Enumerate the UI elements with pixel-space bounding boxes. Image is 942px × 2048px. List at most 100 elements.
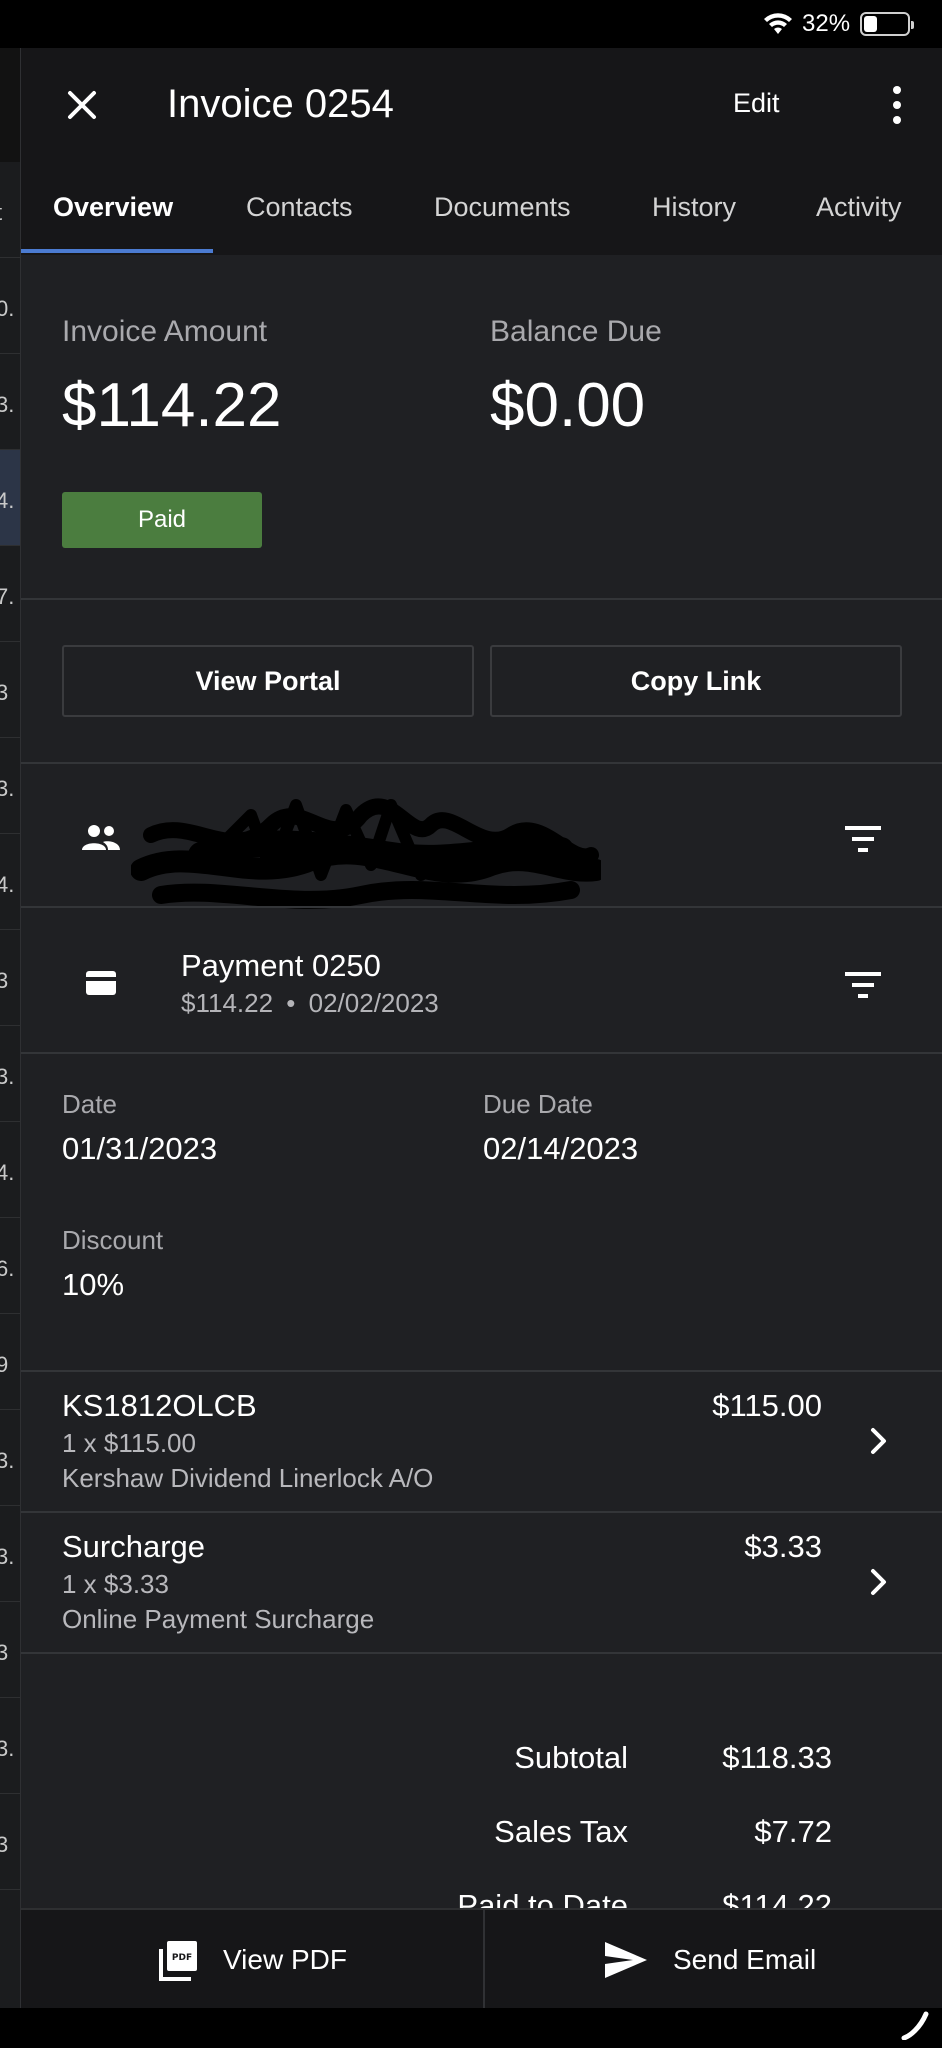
invoice-panel: Invoice 0254 Edit Overview Contacts Docu… xyxy=(20,48,942,2010)
tab-documents[interactable]: Documents xyxy=(434,188,571,255)
invoice-amount-value: $114.22 xyxy=(62,371,282,440)
discount-value: 10% xyxy=(62,1267,125,1302)
line-item-price: $3.33 xyxy=(744,1529,822,1564)
more-vert-icon xyxy=(893,86,901,94)
background-row[interactable]: 3. xyxy=(0,354,20,450)
background-row[interactable]: 4. xyxy=(0,1122,20,1218)
balance-due-label: Balance Due xyxy=(490,315,662,348)
line-item-description: Kershaw Dividend Linerlock A/O xyxy=(62,1463,434,1493)
background-row[interactable]: 3 xyxy=(0,930,20,1026)
background-row[interactable]: 3 xyxy=(0,1794,20,1890)
background-row-glyph: 0. xyxy=(0,296,15,321)
tab-activity[interactable]: Activity xyxy=(816,188,902,255)
close-button[interactable] xyxy=(57,80,107,130)
sales-tax-label: Sales Tax xyxy=(494,1814,628,1849)
background-row[interactable]: 3 xyxy=(0,642,20,738)
pdf-icon: PDF xyxy=(159,1941,197,1981)
line-item-name: Surcharge xyxy=(62,1529,206,1564)
due-date-label: Due Date xyxy=(483,1089,593,1119)
background-row-glyph: 4. xyxy=(0,488,15,513)
payment-separator: • xyxy=(286,988,296,1018)
filter-icon[interactable] xyxy=(843,824,883,854)
divider xyxy=(21,598,942,600)
system-bottom-area xyxy=(0,2008,942,2048)
background-row[interactable]: 7. xyxy=(0,546,20,642)
background-row[interactable]: 6. xyxy=(0,1218,20,1314)
payment-title: Payment 0250 xyxy=(181,948,381,983)
app-bar: Invoice 0254 Edit Overview Contacts Docu… xyxy=(21,48,942,255)
view-pdf-button[interactable]: PDF View PDF xyxy=(157,1910,347,2010)
tab-contacts[interactable]: Contacts xyxy=(246,188,353,255)
filter-icon[interactable] xyxy=(843,970,883,1000)
background-row-glyph: 3 xyxy=(0,1832,9,1857)
send-icon xyxy=(605,1942,647,1978)
background-row-glyph: 9 xyxy=(0,1352,9,1377)
tab-history[interactable]: History xyxy=(652,188,736,255)
page-title: Invoice 0254 xyxy=(167,82,394,126)
line-item-price: $115.00 xyxy=(712,1388,822,1423)
background-row-glyph: 3. xyxy=(0,392,15,417)
background-row-glyph: 7. xyxy=(0,584,15,609)
background-row-glyph: 3. xyxy=(0,1544,15,1569)
line-item-name: KS1812OLCB xyxy=(62,1388,257,1423)
more-options-button[interactable] xyxy=(887,86,907,124)
sales-tax-value: $7.72 xyxy=(754,1814,832,1849)
send-email-label: Send Email xyxy=(673,1944,817,1975)
balance-due-value: $0.00 xyxy=(490,371,646,440)
payment-subtitle: $114.22 • 02/02/2023 xyxy=(181,988,439,1019)
background-row[interactable]: 3. xyxy=(0,1410,20,1506)
background-row[interactable]: 3 xyxy=(0,1602,20,1698)
battery-percent: 32% xyxy=(802,10,851,37)
background-row[interactable]: 3. xyxy=(0,1026,20,1122)
background-row-glyph: 3. xyxy=(0,1064,15,1089)
view-portal-button[interactable]: View Portal xyxy=(62,645,474,717)
close-icon xyxy=(68,91,96,119)
invoice-amount-label: Invoice Amount xyxy=(62,315,268,348)
background-row[interactable]: 3. xyxy=(0,1506,20,1602)
background-row-glyph: 4. xyxy=(0,1160,15,1185)
people-icon xyxy=(82,825,120,850)
background-row[interactable]: 9 xyxy=(0,1314,20,1410)
divider xyxy=(21,1652,942,1654)
active-tab-indicator xyxy=(21,249,213,253)
send-email-button[interactable]: Send Email xyxy=(603,1910,816,2010)
line-item-qty: 1 x $3.33 xyxy=(62,1569,169,1599)
subtotal-label: Subtotal xyxy=(514,1740,628,1775)
line-item-description: Online Payment Surcharge xyxy=(62,1604,375,1634)
battery-icon xyxy=(860,12,914,36)
background-row-glyph: 3. xyxy=(0,1736,15,1761)
background-row-glyph: 3 xyxy=(0,680,9,705)
tab-bar: Overview Contacts Documents History Acti… xyxy=(21,188,942,255)
tab-overview[interactable]: Overview xyxy=(53,188,173,255)
background-row[interactable]: 3. xyxy=(0,738,20,834)
background-row-selected[interactable]: 4. xyxy=(0,450,20,546)
edit-button[interactable]: Edit xyxy=(733,88,780,119)
background-row-glyph: 3. xyxy=(0,1448,15,1473)
background-row-glyph: t xyxy=(0,200,2,226)
background-row-glyph: 3 xyxy=(0,968,9,993)
chevron-right-icon[interactable] xyxy=(869,1567,889,1597)
divider xyxy=(483,1910,485,2010)
background-row[interactable]: 0. xyxy=(0,258,20,354)
line-item-qty: 1 x $115.00 xyxy=(62,1428,196,1458)
svg-text:PDF: PDF xyxy=(172,1953,192,1963)
background-row-glyph: 3 xyxy=(0,1640,9,1665)
view-pdf-label: View PDF xyxy=(223,1944,347,1975)
copy-link-button[interactable]: Copy Link xyxy=(490,645,902,717)
background-row[interactable]: 4. xyxy=(0,834,20,930)
background-row-glyph: 6. xyxy=(0,1256,15,1281)
chevron-right-icon[interactable] xyxy=(869,1426,889,1456)
payment-amount: $114.22 xyxy=(181,988,274,1018)
divider xyxy=(21,1052,942,1054)
date-value: 01/31/2023 xyxy=(62,1131,218,1166)
credit-card-icon xyxy=(86,971,116,995)
background-row[interactable]: 3. xyxy=(0,1698,20,1794)
payment-row[interactable] xyxy=(21,908,942,1052)
due-date-value: 02/14/2023 xyxy=(483,1131,639,1166)
background-row-glyph: 4. xyxy=(0,872,15,897)
background-row[interactable]: t xyxy=(0,162,20,258)
status-badge: Paid xyxy=(62,492,262,548)
background-row-glyph: 3. xyxy=(0,776,15,801)
status-bar: 32% xyxy=(0,0,942,48)
resize-handle-icon[interactable] xyxy=(900,2010,930,2040)
